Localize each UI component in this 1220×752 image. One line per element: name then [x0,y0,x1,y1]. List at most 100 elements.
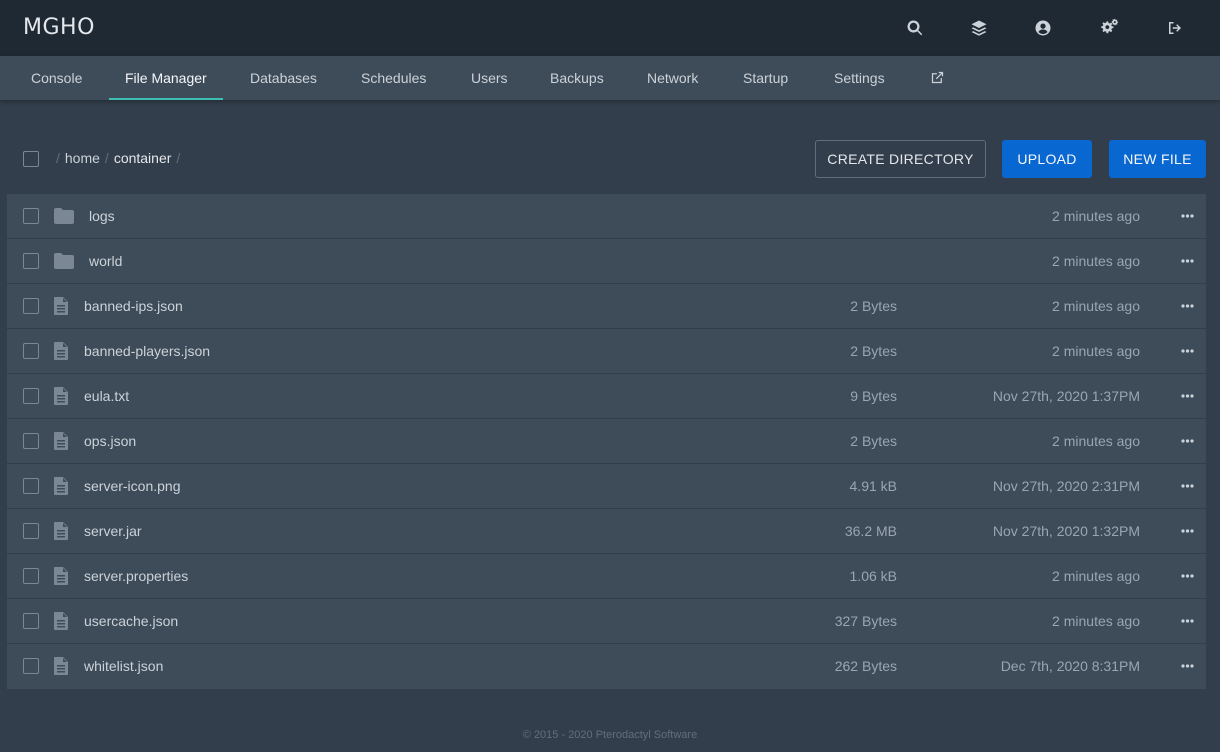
server-nav: Console File Manager Databases Schedules… [0,56,1220,100]
file-checkbox[interactable] [23,343,39,359]
tab-settings[interactable]: Settings [834,56,885,100]
file-checkbox[interactable] [23,568,39,584]
file-icon [54,657,68,675]
file-icon [54,432,68,450]
file-modified: 2 minutes ago [1052,568,1140,584]
file-icon [54,567,68,585]
file-name[interactable]: whitelist.json [84,658,163,674]
file-size: 327 Bytes [834,613,897,629]
file-name[interactable]: server.properties [84,568,188,584]
file-checkbox[interactable] [23,658,39,674]
file-size: 2 Bytes [850,298,897,314]
file-modified: 2 minutes ago [1052,343,1140,359]
file-checkbox[interactable] [23,613,39,629]
top-bar: MGHO [0,0,1220,56]
more-options-icon[interactable] [1180,477,1194,495]
file-modified: Nov 27th, 2020 1:37PM [992,388,1140,404]
file-modified: 2 minutes ago [1052,433,1140,449]
file-icon [54,477,68,495]
breadcrumb-separator: / [104,150,109,166]
file-row[interactable]: server-icon.png 4.91 kB Nov 27th, 2020 2:3… [7,464,1206,509]
file-row[interactable]: whitelist.json 262 Bytes Dec 7th, 2020 8:3… [7,644,1206,689]
more-options-icon[interactable] [1180,387,1194,405]
select-all-checkbox[interactable] [23,151,39,167]
file-name[interactable]: ops.json [84,433,136,449]
app-title[interactable]: MGHO [23,15,95,40]
more-options-icon[interactable] [1180,297,1194,315]
create-directory-button[interactable]: CREATE DIRECTORY [815,140,986,178]
tab-network[interactable]: Network [647,56,698,100]
tab-file-manager[interactable]: File Manager [109,56,223,100]
breadcrumb-home[interactable]: home [65,150,100,166]
file-modified: 2 minutes ago [1052,298,1140,314]
file-icon [54,297,68,315]
file-size: 36.2 MB [844,523,897,539]
cogs-icon[interactable] [1097,17,1121,39]
file-size: 1.06 kB [849,568,897,584]
upload-button[interactable]: UPLOAD [1002,140,1092,178]
file-name[interactable]: eula.txt [84,388,129,404]
file-row[interactable]: banned-ips.json 2 Bytes 2 minutes ago [7,284,1206,329]
file-icon [54,522,68,540]
file-list: logs 2 minutes ago world 2 minutes ago banne… [7,194,1206,689]
file-row[interactable]: logs 2 minutes ago [7,194,1206,239]
file-name[interactable]: server.jar [84,523,142,539]
file-modified: 2 minutes ago [1052,253,1140,269]
file-checkbox[interactable] [23,388,39,404]
tab-backups[interactable]: Backups [550,56,604,100]
file-size: 2 Bytes [850,433,897,449]
more-options-icon[interactable] [1180,567,1194,585]
file-checkbox[interactable] [23,523,39,539]
more-options-icon[interactable] [1180,342,1194,360]
sign-out-icon[interactable] [1164,17,1186,39]
file-checkbox[interactable] [23,253,39,269]
tab-users[interactable]: Users [471,56,508,100]
file-modified: Nov 27th, 2020 1:32PM [992,523,1140,539]
folder-icon [54,207,74,225]
user-circle-icon[interactable] [1032,17,1054,39]
file-checkbox[interactable] [23,208,39,224]
file-name[interactable]: logs [89,208,115,224]
file-icon [54,612,68,630]
file-row[interactable]: banned-players.json 2 Bytes 2 minutes ago [7,329,1206,374]
file-icon [54,387,68,405]
file-checkbox[interactable] [23,478,39,494]
file-row[interactable]: server.properties 1.06 kB 2 minutes ago [7,554,1206,599]
layers-icon[interactable] [968,17,990,39]
file-name[interactable]: server-icon.png [84,478,181,494]
file-icon [54,342,68,360]
file-size: 9 Bytes [850,388,897,404]
more-options-icon[interactable] [1180,432,1194,450]
file-name[interactable]: banned-ips.json [84,298,183,314]
breadcrumb-separator: / [176,150,181,166]
file-modified: 2 minutes ago [1052,208,1140,224]
new-file-button[interactable]: NEW FILE [1109,140,1206,178]
more-options-icon[interactable] [1180,612,1194,630]
file-checkbox[interactable] [23,433,39,449]
file-size: 262 Bytes [834,658,897,674]
tab-console[interactable]: Console [31,56,82,100]
file-name[interactable]: world [89,253,122,269]
file-name[interactable]: usercache.json [84,613,178,629]
external-link-icon[interactable] [930,70,946,86]
file-name[interactable]: banned-players.json [84,343,210,359]
file-row[interactable]: server.jar 36.2 MB Nov 27th, 2020 1:32PM [7,509,1206,554]
file-row[interactable]: world 2 minutes ago [7,239,1206,284]
file-row[interactable]: ops.json 2 Bytes 2 minutes ago [7,419,1206,464]
more-options-icon[interactable] [1180,207,1194,225]
more-options-icon[interactable] [1180,657,1194,675]
more-options-icon[interactable] [1180,252,1194,270]
tab-databases[interactable]: Databases [250,56,317,100]
more-options-icon[interactable] [1180,522,1194,540]
file-row[interactable]: eula.txt 9 Bytes Nov 27th, 2020 1:37PM [7,374,1206,419]
breadcrumb-separator: / [56,150,60,166]
file-row[interactable]: usercache.json 327 Bytes 2 minutes ago [7,599,1206,644]
search-icon[interactable] [904,17,926,39]
tab-schedules[interactable]: Schedules [361,56,426,100]
breadcrumb: / home / container / [56,150,185,166]
breadcrumb-container[interactable]: container [114,150,172,166]
tab-startup[interactable]: Startup [743,56,788,100]
file-size: 4.91 kB [849,478,897,494]
file-checkbox[interactable] [23,298,39,314]
file-modified: Nov 27th, 2020 2:31PM [992,478,1140,494]
